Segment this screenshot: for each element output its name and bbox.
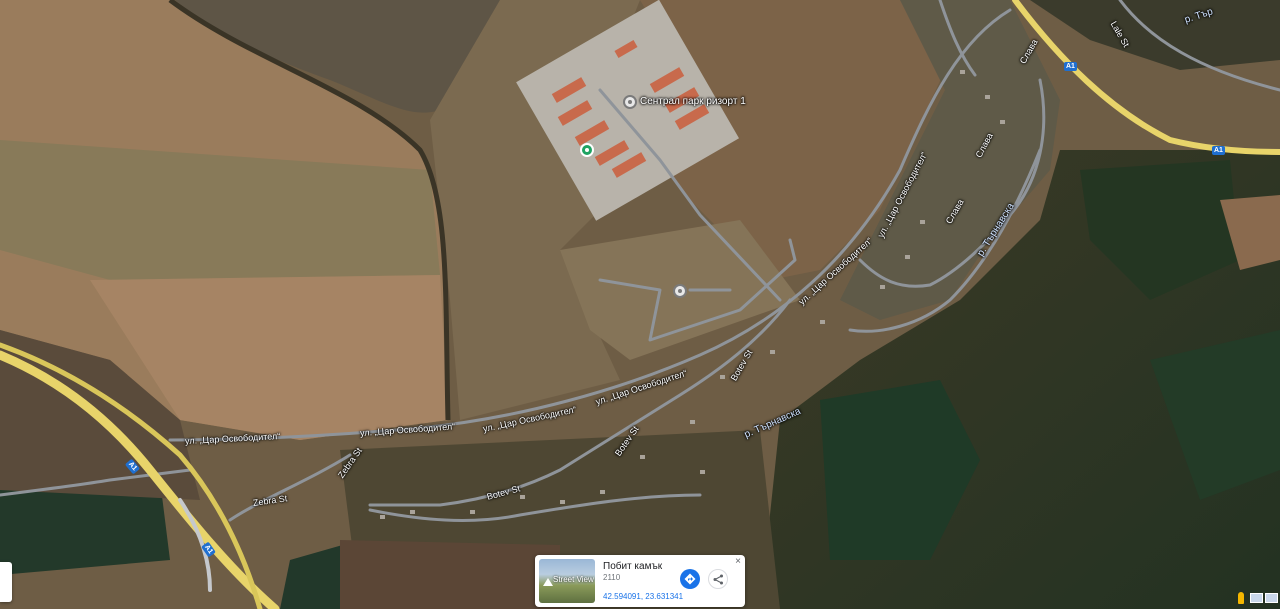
highway-shield-4: A1 bbox=[1212, 146, 1225, 155]
location-info-card: Street View Побит камък 2110 42.594091, … bbox=[535, 555, 745, 607]
street-view-arrow-icon bbox=[543, 578, 553, 586]
satellite-map[interactable] bbox=[0, 0, 1280, 609]
share-button[interactable] bbox=[708, 569, 728, 589]
directions-button[interactable] bbox=[680, 569, 700, 589]
street-view-thumbnail[interactable]: Street View bbox=[539, 559, 595, 603]
field-bottom bbox=[340, 540, 560, 609]
poi-pin-icon[interactable] bbox=[623, 95, 637, 109]
place-pin-green-icon[interactable] bbox=[580, 143, 594, 157]
share-icon bbox=[713, 574, 723, 585]
close-card-button[interactable]: × bbox=[735, 556, 741, 567]
selected-location-pin-icon[interactable] bbox=[673, 284, 687, 298]
collapse-panel-tab[interactable] bbox=[0, 562, 12, 602]
place-title: Побит камък bbox=[603, 561, 663, 572]
map-layer-icon[interactable] bbox=[1250, 593, 1263, 603]
pegman-icon[interactable] bbox=[1238, 592, 1244, 604]
poi-label[interactable]: Сентрал парк ризорт 1 bbox=[640, 96, 746, 107]
layer-buttons[interactable] bbox=[1250, 593, 1278, 603]
highway-shield-3: A1 bbox=[1064, 62, 1077, 71]
place-postcode: 2110 bbox=[603, 573, 621, 582]
place-coordinates[interactable]: 42.594091, 23.631341 bbox=[603, 592, 683, 601]
street-view-label: Street View bbox=[553, 575, 594, 584]
directions-icon bbox=[684, 573, 696, 585]
terrain-layer-icon[interactable] bbox=[1265, 593, 1278, 603]
